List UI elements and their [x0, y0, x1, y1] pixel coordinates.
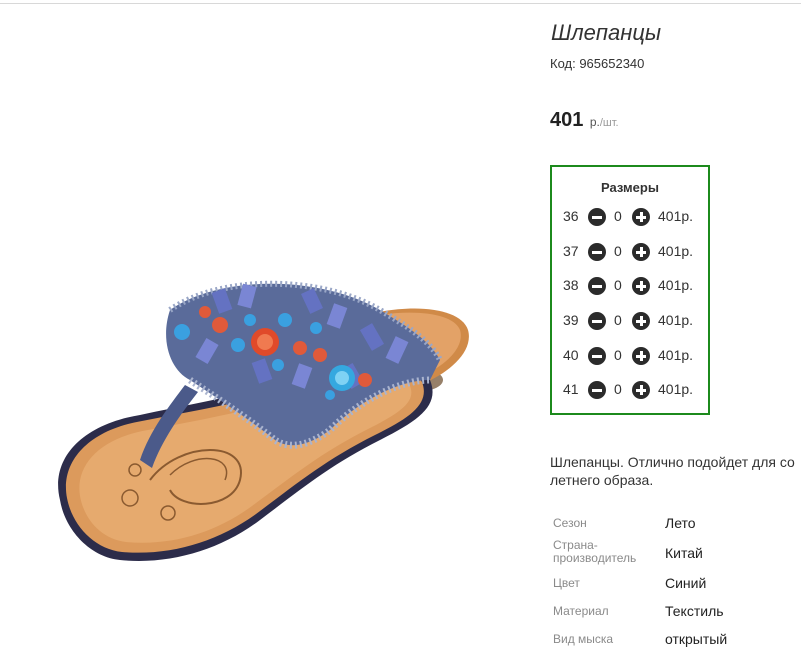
- product-code: Код: 965652340: [550, 56, 645, 71]
- size-quantity: 0: [614, 312, 622, 328]
- spec-value: открытый: [665, 631, 728, 647]
- size-label: 37: [563, 243, 579, 259]
- spec-value: Лето: [665, 515, 696, 531]
- plus-icon[interactable]: [632, 208, 650, 226]
- size-price: 401р.: [658, 208, 694, 224]
- size-quantity: 0: [614, 277, 622, 293]
- size-label: 36: [563, 208, 579, 224]
- price-currency: р.: [589, 115, 600, 129]
- size-quantity: 0: [614, 381, 622, 397]
- size-quantity: 0: [614, 208, 622, 224]
- size-price: 401р.: [658, 312, 694, 328]
- size-quantity: 0: [614, 347, 622, 363]
- size-row: 37 0 401р.: [552, 242, 708, 262]
- size-price: 401р.: [658, 277, 694, 293]
- spec-value: Текстиль: [665, 603, 724, 619]
- top-divider: [0, 3, 801, 4]
- minus-icon[interactable]: [588, 277, 606, 295]
- plus-icon[interactable]: [632, 381, 650, 399]
- size-price: 401р.: [658, 381, 694, 397]
- spec-key: Вид мыска: [553, 632, 614, 646]
- sizes-panel: Размеры 36 0 401р. 37 0 401р. 38 0 401р.…: [550, 165, 710, 415]
- size-price: 401р.: [658, 243, 694, 259]
- minus-icon[interactable]: [588, 347, 606, 365]
- product-price: 401 р./шт.: [550, 109, 619, 132]
- size-row: 41 0 401р.: [552, 380, 708, 400]
- size-row: 36 0 401р.: [552, 207, 708, 227]
- spec-key: Сезон: [553, 516, 587, 530]
- size-label: 39: [563, 312, 579, 328]
- minus-icon[interactable]: [588, 243, 606, 261]
- size-label: 40: [563, 347, 579, 363]
- size-label: 41: [563, 381, 579, 397]
- plus-icon[interactable]: [632, 243, 650, 261]
- plus-icon[interactable]: [632, 312, 650, 330]
- minus-icon[interactable]: [588, 208, 606, 226]
- spec-key: Цвет: [553, 576, 580, 590]
- size-row: 38 0 401р.: [552, 276, 708, 296]
- product-title: Шлепанцы: [551, 20, 662, 45]
- plus-icon[interactable]: [632, 347, 650, 365]
- spec-value: Китай: [665, 545, 703, 561]
- size-row: 40 0 401р.: [552, 346, 708, 366]
- price-unit: р./шт.: [590, 115, 619, 129]
- spec-key: Страна-производитель: [553, 538, 637, 565]
- plus-icon[interactable]: [632, 277, 650, 295]
- size-row: 39 0 401р.: [552, 311, 708, 331]
- minus-icon[interactable]: [588, 312, 606, 330]
- price-per-unit: /шт.: [599, 117, 619, 129]
- size-quantity: 0: [614, 243, 622, 259]
- size-price: 401р.: [658, 347, 694, 363]
- product-image[interactable]: [20, 20, 520, 620]
- sizes-title: Размеры: [601, 180, 659, 195]
- size-label: 38: [563, 277, 579, 293]
- product-description: Шлепанцы. Отлично подойдет для со летнег…: [550, 454, 795, 488]
- price-value: 401: [550, 109, 584, 131]
- minus-icon[interactable]: [588, 381, 606, 399]
- spec-value: Синий: [665, 575, 707, 591]
- spec-key: Материал: [553, 604, 609, 618]
